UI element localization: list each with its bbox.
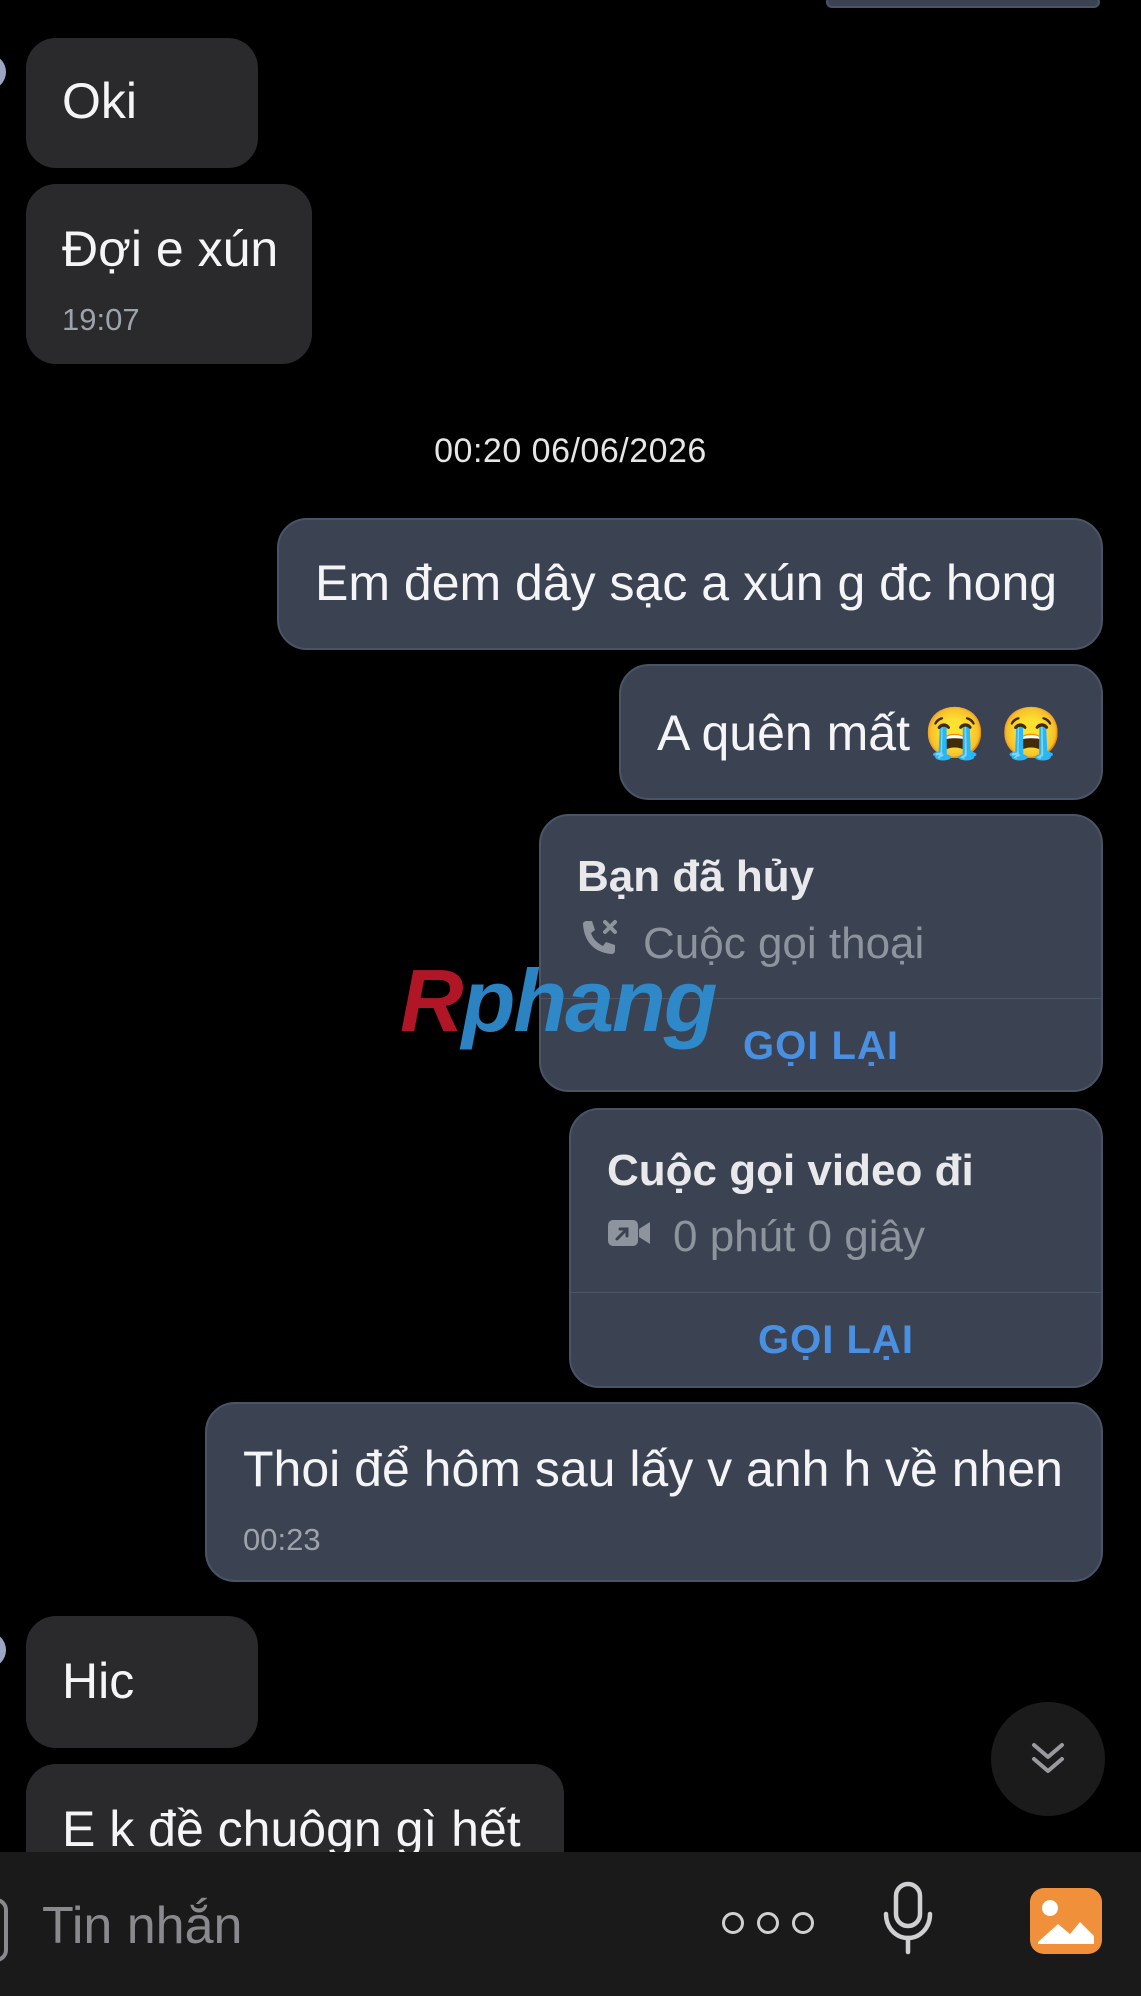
message-timestamp: 19:07 <box>62 302 140 337</box>
image-gallery-icon[interactable] <box>1028 1886 1104 1961</box>
message-timestamp: 00:23 <box>243 1522 321 1557</box>
video-call-icon <box>607 1212 651 1262</box>
double-chevron-down-icon <box>1032 1743 1064 1773</box>
crying-emoji-icon: 😭 😭 <box>923 705 1063 761</box>
message-composer: Tin nhắn <box>0 1852 1141 1996</box>
message-bubble-outgoing[interactable]: Em đem dây sạc a xún g đc hong <box>277 518 1103 650</box>
call-subtitle: 0 phút 0 giây <box>673 1212 925 1261</box>
message-bubble-incoming[interactable]: Hic <box>26 1616 258 1748</box>
message-bubble-incoming[interactable]: Oki <box>26 38 258 168</box>
call-title: Bạn đã hủy <box>577 852 815 901</box>
message-text: Hic <box>62 1653 135 1709</box>
call-subtitle-row: 0 phút 0 giây <box>607 1212 925 1262</box>
message-bubble-incoming[interactable]: Đợi e xún 19:07 <box>26 184 312 364</box>
avatar-fragment <box>0 1632 6 1668</box>
call-title: Cuộc gọi video đi <box>607 1146 974 1195</box>
message-text-body: A quên mất <box>657 705 910 761</box>
watermark-logo: Rphang <box>400 951 718 1050</box>
message-text: Đợi e xún <box>62 221 279 277</box>
message-text: Em đem dây sạc a xún g đc hong <box>315 555 1058 611</box>
message-text: E k đề chuôgn gì hết <box>62 1801 521 1857</box>
date-divider: 00:20 06/06/2026 <box>434 432 707 470</box>
call-card-video: Cuộc gọi video đi 0 phút 0 giây GỌI LẠI <box>569 1108 1103 1388</box>
scroll-to-bottom-button[interactable] <box>991 1702 1105 1816</box>
message-text: Oki <box>62 73 137 129</box>
message-text: Thoi để hôm sau lấy v anh h về nhen <box>243 1441 1063 1497</box>
divider <box>571 1292 1101 1293</box>
microphone-icon[interactable] <box>880 1880 936 1961</box>
message-text: A quên mất 😭 😭 <box>657 704 1062 763</box>
message-input[interactable]: Tin nhắn <box>42 1896 242 1956</box>
message-bubble-outgoing[interactable]: Thoi để hôm sau lấy v anh h về nhen 00:2… <box>205 1402 1103 1582</box>
emoji-icon[interactable] <box>0 1898 8 1962</box>
message-bubble-outgoing[interactable]: A quên mất 😭 😭 <box>619 664 1103 800</box>
call-back-button[interactable]: GỌI LẠI <box>571 1318 1101 1363</box>
more-dots-icon[interactable] <box>722 1912 814 1934</box>
avatar-fragment <box>0 54 6 90</box>
previous-bubble-fragment <box>826 0 1100 8</box>
